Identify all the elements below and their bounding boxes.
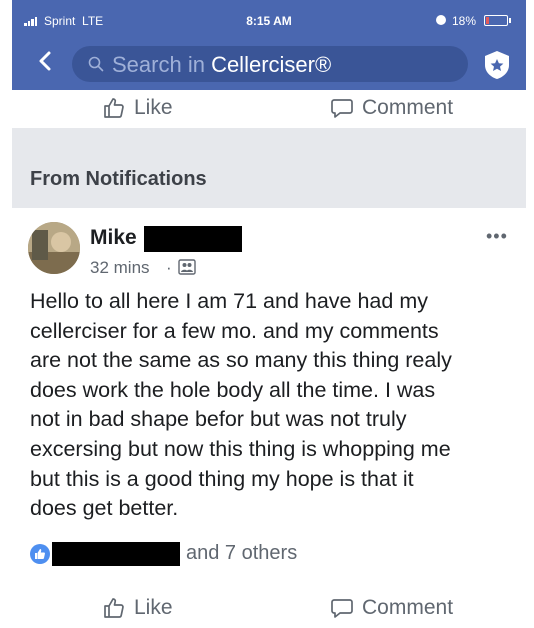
comment-button[interactable]: Comment — [330, 92, 453, 124]
reaction-count[interactable]: and 7 others — [186, 542, 297, 565]
section-header: From Notifications — [12, 128, 526, 208]
thumbs-up-icon — [35, 549, 45, 559]
back-button[interactable] — [32, 46, 58, 76]
post-text-line: cellerciser for a few mo. and my comment… — [30, 318, 439, 343]
more-options-icon[interactable]: ••• — [486, 226, 508, 247]
comment-label: Comment — [362, 596, 454, 619]
separator-dot: · — [166, 258, 172, 277]
back-chevron-icon — [39, 51, 51, 71]
like-label: Like — [134, 596, 173, 619]
thumbs-up-icon — [104, 98, 124, 118]
redacted-liker-names — [52, 542, 180, 566]
search-icon — [88, 56, 104, 72]
post-text-line: does work the hole body all the time. I … — [30, 377, 436, 402]
like-button[interactable]: Like — [102, 592, 173, 624]
search-input[interactable]: Search in Cellerciser® — [112, 52, 331, 78]
post-text-line: does get better. — [30, 496, 179, 521]
search-group-name: Cellerciser® — [211, 52, 332, 77]
like-label: Like — [134, 96, 173, 119]
post-text-line: Hello to all here I am 71 and have had m… — [30, 289, 428, 313]
post-body: Hello to all here I am 71 and have had m… — [30, 287, 506, 524]
like-button[interactable]: Like — [102, 92, 173, 124]
author-name[interactable]: Mike — [90, 226, 137, 250]
admin-shield-button[interactable] — [480, 48, 514, 82]
comment-bubble-icon — [331, 599, 353, 618]
comment-button[interactable]: Comment — [330, 592, 453, 624]
battery-icon — [484, 15, 511, 26]
battery-percentage: 18% — [452, 14, 477, 28]
avatar[interactable] — [28, 222, 80, 274]
group-audience-icon — [178, 259, 196, 275]
search-bar[interactable]: Search in Cellerciser® — [72, 46, 468, 82]
post-text-line: but this is a good thing my hope is that… — [30, 466, 414, 491]
alarm-icon — [436, 15, 446, 25]
post-timestamp[interactable]: 32 mins — [90, 258, 150, 278]
search-placeholder: Search in — [112, 52, 212, 77]
section-title: From Notifications — [30, 168, 207, 190]
post-text-line: excersing but now this thing is whopping… — [30, 436, 451, 461]
redacted-surname — [144, 226, 242, 252]
comment-label: Comment — [362, 96, 454, 119]
post-text-line: are not the same as so many this thing r… — [30, 348, 452, 373]
shield-star-icon — [485, 51, 509, 79]
comment-bubble-icon — [331, 99, 353, 118]
like-reaction-badge[interactable] — [30, 544, 50, 564]
avatar-photo — [28, 222, 80, 274]
post-text-line: not in bad shape befor but was not truly — [30, 407, 407, 432]
clock: 8:15 AM — [246, 14, 292, 28]
post-action-bar: Like Comment — [12, 588, 526, 628]
thumbs-up-icon — [104, 598, 124, 618]
previous-post-action-bar: Like Comment — [12, 88, 526, 128]
navigation-bar: Sprint LTE 8:15 AM 18% Search in Cellerc… — [12, 0, 526, 90]
